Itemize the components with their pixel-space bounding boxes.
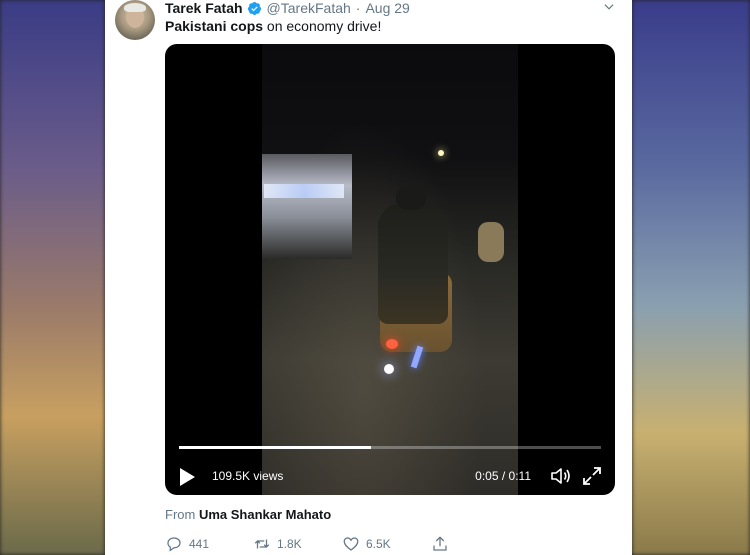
retweet-count: 1.8K (277, 537, 302, 551)
avatar[interactable] (115, 0, 155, 40)
video-street-light (438, 150, 444, 156)
author-handle[interactable]: @TarekFatah (267, 0, 351, 16)
tweet-card: Tarek Fatah @TarekFatah · Aug 29 Pakista… (105, 0, 632, 555)
video-player[interactable]: 109.5K views 0:05 / 0:11 (165, 44, 615, 495)
avatar-hair (124, 3, 146, 12)
like-button[interactable]: 6.5K (342, 535, 391, 553)
video-shopfront (262, 154, 352, 259)
reply-icon (167, 537, 181, 552)
reply-count: 441 (189, 537, 210, 551)
tweet-text: Pakistani cops on economy drive! (165, 18, 381, 34)
background-left (0, 0, 105, 555)
video-time: 0:05 / 0:11 (475, 469, 531, 483)
share-icon (433, 536, 447, 551)
attribution-source[interactable]: Uma Shankar Mahato (199, 507, 331, 522)
tweet-actions: 441 1.8K 6.5K (165, 535, 585, 555)
header-separator: · (355, 0, 361, 16)
video-progress-fill (179, 446, 371, 449)
background-right (632, 0, 750, 555)
video-shop-light (264, 184, 344, 198)
tweet-date[interactable]: Aug 29 (365, 0, 409, 16)
chevron-down-icon[interactable] (602, 0, 616, 14)
tweet-text-rest: on economy drive! (263, 18, 382, 34)
heart-icon (343, 537, 359, 551)
tweet-header: Tarek Fatah @TarekFatah · Aug 29 (165, 0, 410, 17)
view-count: 109.5K views (212, 469, 284, 483)
reply-button[interactable]: 441 (165, 535, 209, 553)
video-bike-light (384, 364, 394, 374)
video-progress-bar[interactable] (179, 446, 601, 449)
retweet-button[interactable]: 1.8K (253, 535, 302, 553)
like-count: 6.5K (366, 537, 391, 551)
video-bike-taillight (386, 339, 398, 349)
video-attribution: From Uma Shankar Mahato (165, 507, 331, 522)
retweet-icon (254, 539, 270, 549)
video-frame[interactable] (262, 44, 518, 495)
play-icon[interactable] (177, 466, 197, 488)
author-name[interactable]: Tarek Fatah (165, 0, 243, 16)
attribution-prefix: From (165, 507, 196, 522)
video-officer-body (378, 204, 448, 324)
share-button[interactable] (431, 535, 449, 553)
verified-badge-icon (247, 1, 261, 15)
volume-icon[interactable] (549, 464, 573, 488)
video-far-rider (478, 222, 504, 262)
fullscreen-icon[interactable] (581, 465, 603, 487)
video-officer-head (396, 184, 426, 210)
tweet-text-bold: Pakistani cops (165, 18, 264, 34)
